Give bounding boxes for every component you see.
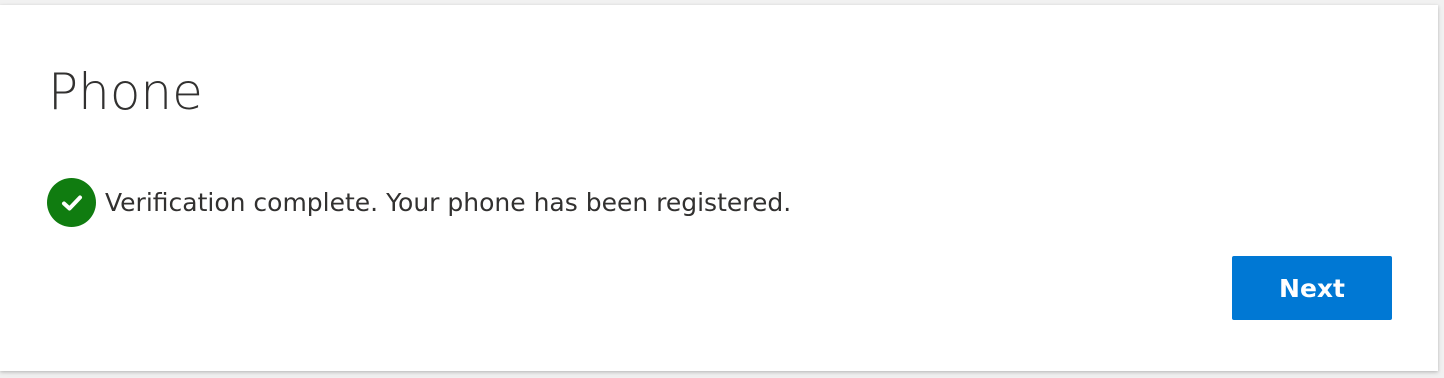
verification-status: Verification complete. Your phone has be… — [47, 178, 791, 227]
checkmark-circle-icon — [47, 178, 96, 227]
status-message: Verification complete. Your phone has be… — [105, 188, 792, 217]
next-button[interactable]: Next — [1232, 256, 1392, 320]
checkmark-glyph — [61, 195, 82, 210]
page-title: Phone — [48, 63, 203, 121]
phone-verification-card: Phone Verification complete. Your phone … — [0, 5, 1438, 371]
